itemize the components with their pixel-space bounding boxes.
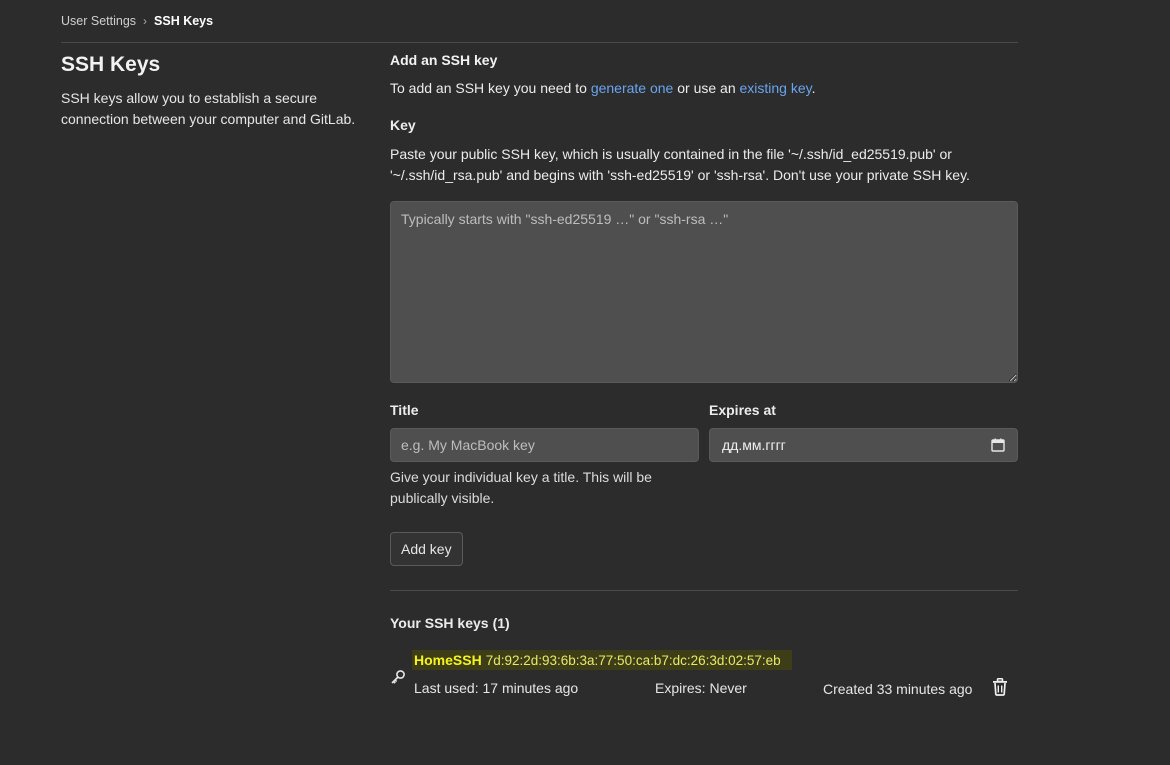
expires-date-input[interactable]: дд.мм.гггг (709, 428, 1018, 462)
chevron-right-icon: › (143, 14, 148, 28)
title-input[interactable] (390, 428, 699, 462)
ssh-key-row: HomeSSH 7d:92:2d:93:6b:3a:77:50:ca:b7:dc:… (390, 648, 1018, 708)
expires-label: Expires at (709, 402, 776, 418)
intro-suffix: . (811, 80, 816, 96)
form-intro: To add an SSH key you need to generate o… (390, 78, 816, 98)
intro-prefix: To add an SSH key you need to (390, 80, 591, 96)
settings-sidebar-info: SSH Keys SSH keys allow you to establish… (61, 52, 361, 130)
your-ssh-keys-heading: Your SSH keys (1) (390, 613, 510, 633)
breadcrumb-current: SSH Keys (154, 14, 214, 28)
generate-one-link[interactable]: generate one (591, 80, 674, 96)
title-help-text: Give your individual key a title. This w… (390, 469, 652, 506)
key-expires: Expires: Never (655, 680, 747, 696)
key-textarea[interactable] (390, 201, 1018, 383)
breadcrumb-user-settings[interactable]: User Settings (61, 14, 136, 28)
key-help-text: Paste your public SSH key, which is usua… (390, 146, 970, 183)
title-label: Title (390, 402, 419, 418)
intro-middle: or use an (673, 80, 740, 96)
form-heading: Add an SSH key (390, 52, 498, 68)
key-icon (390, 669, 406, 685)
keys-heading-text: Your SSH keys (390, 615, 489, 631)
keys-count: (1) (492, 615, 510, 631)
top-divider (61, 42, 1018, 43)
key-last-used: Last used: 17 minutes ago (414, 680, 579, 696)
trash-icon (992, 677, 1008, 699)
add-key-button[interactable]: Add key (390, 532, 463, 566)
breadcrumb: User Settings › SSH Keys (61, 12, 213, 30)
section-divider (390, 590, 1018, 591)
key-name[interactable]: HomeSSH (414, 652, 482, 668)
page-description: SSH keys allow you to establish a secure… (61, 90, 356, 127)
key-label: Key (390, 117, 416, 133)
calendar-icon[interactable] (991, 438, 1005, 452)
page-title: SSH Keys (61, 53, 161, 76)
key-title-line[interactable]: HomeSSH 7d:92:2d:93:6b:3a:77:50:ca:b7:dc:… (412, 650, 792, 670)
date-placeholder: дд.мм.гггг (722, 437, 786, 453)
delete-key-button[interactable] (988, 676, 1012, 700)
existing-key-link[interactable]: existing key (740, 80, 812, 96)
key-created: Created 33 minutes ago (823, 681, 973, 697)
key-fingerprint: 7d:92:2d:93:6b:3a:77:50:ca:b7:dc:26:3d:0… (485, 653, 781, 668)
add-ssh-key-form: Add an SSH key To add an SSH key you nee… (390, 50, 1018, 697)
page: User Settings › SSH Keys SSH Keys SSH ke… (0, 0, 1170, 765)
